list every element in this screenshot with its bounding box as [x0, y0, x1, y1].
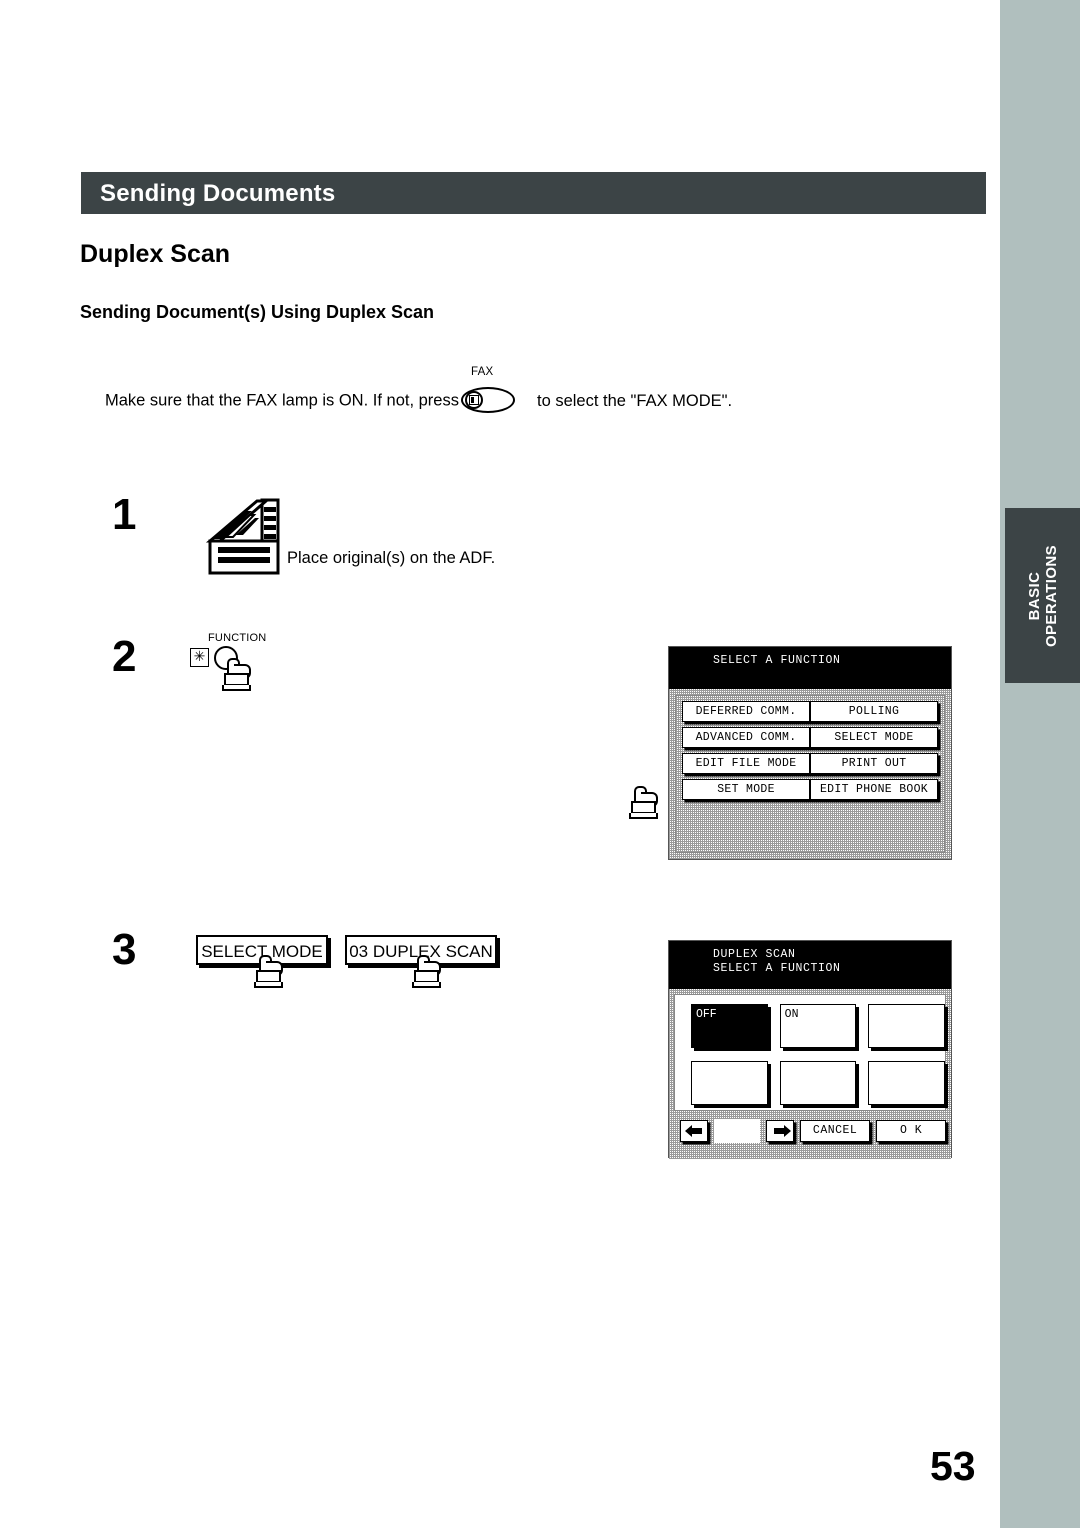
lcd1-row-1: DEFERRED COMM. POLLING	[682, 701, 938, 722]
section-title: Sending Documents	[100, 180, 336, 207]
pointing-hand-icon-duplex-scan	[410, 955, 444, 989]
intro-text-before: Make sure that the FAX lamp is ON. If no…	[105, 391, 459, 410]
cancel-button[interactable]: CANCEL	[800, 1120, 871, 1142]
function-key-graphic: FUNCTION ✳	[190, 632, 310, 702]
lcd-button-polling[interactable]: POLLING	[810, 701, 938, 722]
page-title: Duplex Scan	[80, 240, 231, 268]
lcd-button-set-mode[interactable]: SET MODE	[682, 779, 810, 800]
intro-text-after: to select the "FAX MODE".	[536, 391, 733, 410]
documents-stack-icon	[205, 498, 280, 575]
side-tab-label: BASIC OPERATIONS	[1026, 544, 1060, 646]
section-header-band: Sending Documents	[81, 172, 986, 214]
lcd-button-advanced-comm[interactable]: ADVANCED COMM.	[682, 727, 810, 748]
fax-key-graphic: FAX	[460, 366, 521, 416]
lcd-button-edit-file-mode[interactable]: EDIT FILE MODE	[682, 753, 810, 774]
step-2-number: 2	[112, 632, 137, 681]
side-tab-basic-operations: BASIC OPERATIONS	[1005, 508, 1080, 683]
lcd-cell-empty-1[interactable]	[868, 1004, 946, 1048]
lcd2-cell-row-2	[691, 1061, 946, 1105]
pointing-hand-icon-fax	[627, 786, 661, 820]
side-tab-line2: OPERATIONS	[1042, 544, 1060, 647]
lcd1-title: SELECT A FUNCTION	[669, 647, 951, 689]
lcd-cell-off[interactable]: OFF	[691, 1004, 768, 1048]
lcd1-row-2: ADVANCED COMM. SELECT MODE	[682, 727, 938, 748]
lcd2-cell-row-1: OFF ON	[691, 1004, 946, 1048]
pointing-hand-icon-select-mode	[252, 955, 286, 989]
step-3-number: 3	[112, 925, 137, 974]
lcd-button-print-out[interactable]: PRINT OUT	[810, 753, 938, 774]
fax-key-label: FAX	[470, 366, 494, 378]
prev-arrow-button[interactable]	[680, 1120, 709, 1142]
step-1-text: Place original(s) on the ADF.	[287, 549, 496, 567]
subsection-title: Sending Document(s) Using Duplex Scan	[80, 302, 435, 322]
lcd-cell-empty-2[interactable]	[691, 1061, 768, 1105]
fax-machine-icon	[468, 395, 479, 405]
lcd1-row-4: SET MODE EDIT PHONE BOOK	[682, 779, 938, 800]
next-arrow-button[interactable]	[765, 1120, 795, 1142]
lcd-panel-select-function: SELECT A FUNCTION DEFERRED COMM. POLLING…	[668, 646, 952, 860]
lcd1-row-3: EDIT FILE MODE PRINT OUT	[682, 753, 938, 774]
lcd2-title-line1: DUPLEX SCAN	[713, 948, 796, 961]
lcd-cell-empty-4[interactable]	[868, 1061, 946, 1105]
lcd-panel-duplex-scan: DUPLEX SCAN SELECT A FUNCTION OFF ON CAN…	[668, 940, 952, 1158]
page-number: 53	[930, 1443, 976, 1489]
page-edge-strip	[1000, 0, 1080, 1528]
asterisk-icon: ✳	[190, 648, 209, 667]
pointing-hand-icon-function	[220, 658, 254, 692]
lcd-button-deferred-comm[interactable]: DEFERRED COMM.	[682, 701, 810, 722]
function-key-label: FUNCTION	[208, 632, 267, 644]
lcd-cell-empty-3[interactable]	[779, 1061, 857, 1105]
ok-button[interactable]: O K	[876, 1120, 946, 1142]
step-1-number: 1	[112, 490, 137, 539]
nav-spacer	[714, 1119, 760, 1143]
lcd-button-select-mode[interactable]: SELECT MODE	[810, 727, 938, 748]
lcd2-title-line2: SELECT A FUNCTION	[713, 962, 841, 975]
lcd-cell-on[interactable]: ON	[779, 1004, 857, 1048]
side-tab-line1: BASIC	[1025, 571, 1043, 620]
intro-paragraph: Make sure that the FAX lamp is ON. If no…	[105, 366, 733, 819]
lcd-button-edit-phone-book[interactable]: EDIT PHONE BOOK	[810, 779, 938, 800]
